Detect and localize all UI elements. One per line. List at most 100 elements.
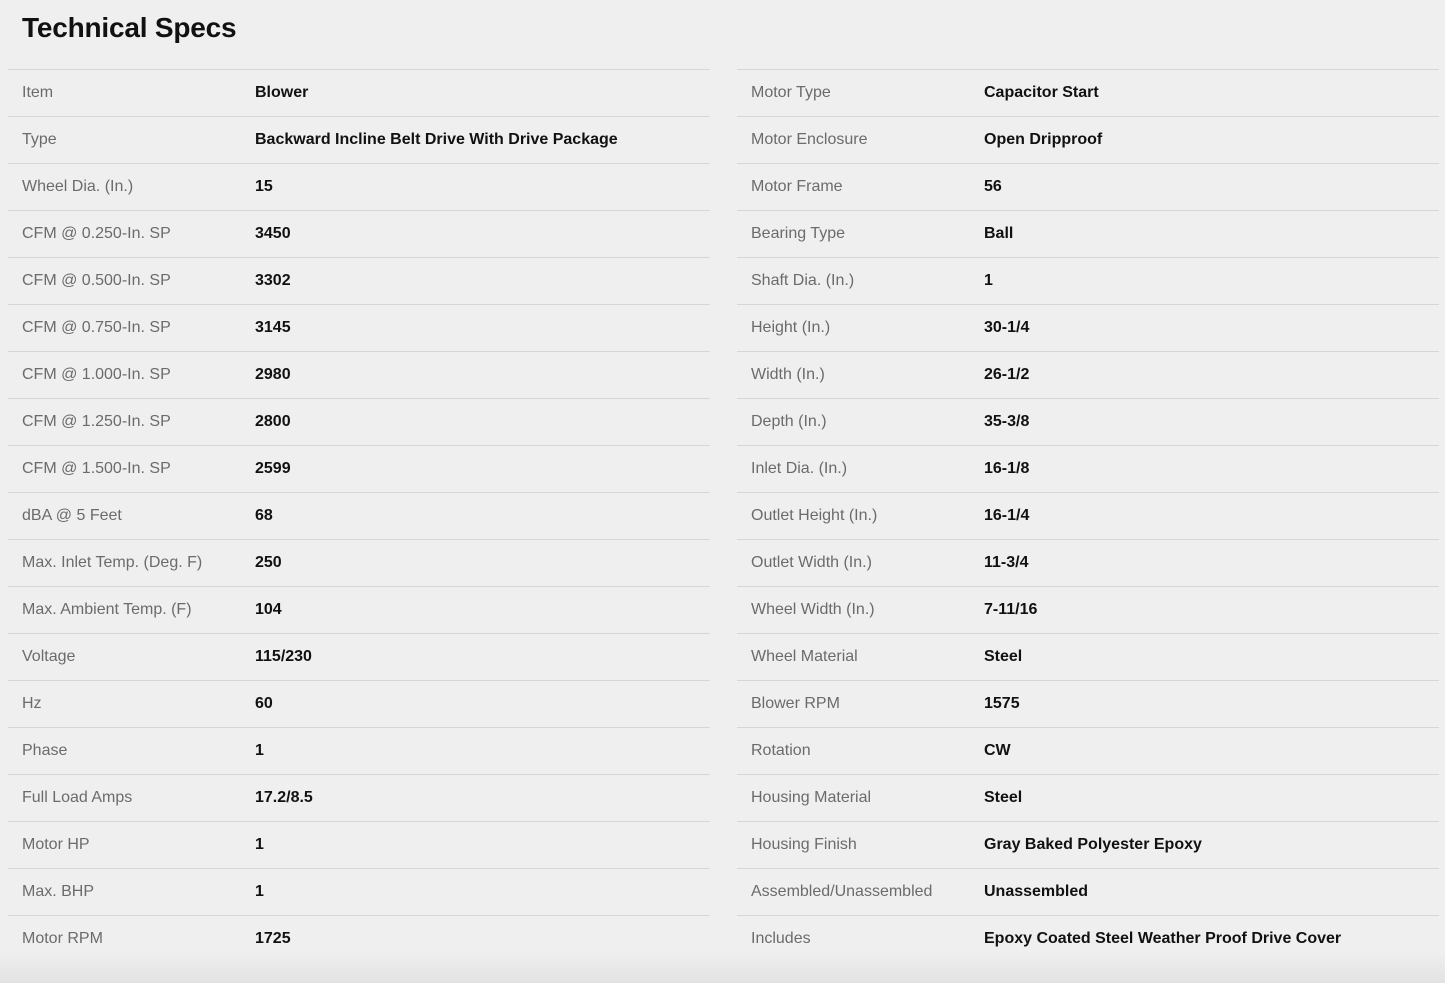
spec-value: Capacitor Start (984, 84, 1099, 101)
spec-label: CFM @ 1.500-In. SP (22, 460, 171, 477)
spec-label: Motor Frame (751, 178, 843, 195)
spec-label: Outlet Height (In.) (751, 507, 878, 524)
spec-label: Item (22, 84, 54, 101)
spec-label: Wheel Dia. (In.) (22, 178, 134, 195)
spec-row: Width (In.) 26-1/2 (737, 351, 1439, 399)
spec-row: Max. Ambient Temp. (F) 104 (8, 586, 710, 634)
spec-value: Blower (255, 84, 309, 101)
spec-value: 2800 (255, 413, 291, 430)
spec-row: Depth (In.) 35-3/8 (737, 398, 1439, 446)
spec-label: Bearing Type (751, 225, 845, 242)
spec-row: dBA @ 5 Feet 68 (8, 492, 710, 540)
spec-label: Housing Material (751, 789, 872, 806)
spec-value: 26-1/2 (984, 366, 1030, 383)
spec-label: Voltage (22, 648, 76, 665)
spec-row: Bearing Type Ball (737, 210, 1439, 258)
spec-row: Motor HP 1 (8, 821, 710, 869)
spec-row: CFM @ 1.500-In. SP 2599 (8, 445, 710, 493)
spec-label: Hz (22, 695, 42, 712)
spec-value: Gray Baked Polyester Epoxy (984, 836, 1202, 853)
spec-row: Inlet Dia. (In.) 16-1/8 (737, 445, 1439, 493)
spec-value: Ball (984, 225, 1014, 242)
spec-label: CFM @ 0.500-In. SP (22, 272, 171, 289)
spec-label: Max. BHP (22, 883, 95, 900)
spec-value: Epoxy Coated Steel Weather Proof Drive C… (984, 930, 1342, 948)
spec-value: 1725 (255, 930, 291, 948)
spec-value: Unassembled (984, 883, 1089, 900)
spec-value: 16-1/8 (984, 460, 1030, 477)
spec-row: Voltage 115/230 (8, 633, 710, 681)
spec-row: CFM @ 1.000-In. SP 2980 (8, 351, 710, 399)
spec-value: 7-11/16 (984, 601, 1038, 618)
spec-value: 11-3/4 (984, 554, 1029, 571)
spec-value: Steel (984, 789, 1023, 806)
specs-table-left: Item Blower Type Backward Incline Belt Driv… (8, 69, 710, 963)
spec-value: 1 (255, 836, 264, 853)
spec-row: CFM @ 0.500-In. SP 3302 (8, 257, 710, 305)
spec-label: Includes (751, 930, 811, 948)
spec-value: 1 (984, 272, 993, 289)
spec-value: 1 (255, 742, 264, 759)
spec-value: 30-1/4 (984, 319, 1030, 336)
spec-row: Housing Material Steel (737, 774, 1439, 822)
spec-value: 15 (255, 178, 273, 195)
spec-label: Assembled/Unassembled (751, 883, 933, 900)
spec-row: Wheel Material Steel (737, 633, 1439, 681)
spec-row: Includes Epoxy Coated Steel Weather Proof… (737, 915, 1439, 963)
spec-label: Phase (22, 742, 68, 759)
spec-row: CFM @ 1.250-In. SP 2800 (8, 398, 710, 446)
spec-label: CFM @ 0.250-In. SP (22, 225, 171, 242)
spec-label: CFM @ 1.250-In. SP (22, 413, 171, 430)
spec-label: Housing Finish (751, 836, 857, 853)
spec-value: Steel (984, 648, 1023, 665)
spec-label: CFM @ 0.750-In. SP (22, 319, 171, 336)
spec-value: 35-3/8 (984, 413, 1030, 430)
spec-row: Motor RPM 1725 (8, 915, 710, 963)
spec-row: Max. Inlet Temp. (Deg. F) 250 (8, 539, 710, 587)
spec-label: Width (In.) (751, 366, 825, 383)
spec-value: 3302 (255, 272, 291, 289)
spec-row: Motor Frame 56 (737, 163, 1439, 211)
spec-label: Motor RPM (22, 930, 103, 948)
spec-label: Wheel Width (In.) (751, 601, 875, 618)
spec-label: Outlet Width (In.) (751, 554, 872, 571)
spec-label: Shaft Dia. (In.) (751, 272, 855, 289)
spec-value: 17.2/8.5 (255, 789, 313, 806)
spec-value: Backward Incline Belt Drive With Drive P… (255, 131, 618, 148)
spec-value: CW (984, 742, 1011, 759)
spec-value: 3450 (255, 225, 291, 242)
spec-row: Type Backward Incline Belt Drive With Dri… (8, 116, 710, 164)
spec-label: Motor HP (22, 836, 90, 853)
spec-label: Blower RPM (751, 695, 840, 712)
spec-row: Max. BHP 1 (8, 868, 710, 916)
spec-label: Depth (In.) (751, 413, 827, 430)
spec-row: Outlet Width (In.) 11-3/4 (737, 539, 1439, 587)
spec-value: 2599 (255, 460, 291, 477)
spec-row: Wheel Width (In.) 7-11/16 (737, 586, 1439, 634)
spec-row: Item Blower (8, 69, 710, 117)
spec-row: CFM @ 0.750-In. SP 3145 (8, 304, 710, 352)
spec-row: Full Load Amps 17.2/8.5 (8, 774, 710, 822)
spec-label: Wheel Material (751, 648, 858, 665)
spec-value: 1575 (984, 695, 1020, 712)
spec-row: Outlet Height (In.) 16-1/4 (737, 492, 1439, 540)
spec-label: CFM @ 1.000-In. SP (22, 366, 171, 383)
spec-row: Rotation CW (737, 727, 1439, 775)
spec-value: 104 (255, 601, 282, 618)
spec-label: Height (In.) (751, 319, 831, 336)
spec-value: 250 (255, 554, 282, 571)
spec-value: 3145 (255, 319, 291, 336)
spec-label: Motor Type (751, 84, 831, 101)
spec-value: 16-1/4 (984, 507, 1030, 524)
spec-row: Housing Finish Gray Baked Polyester Epoxy (737, 821, 1439, 869)
spec-row: CFM @ 0.250-In. SP 3450 (8, 210, 710, 258)
spec-row: Assembled/Unassembled Unassembled (737, 868, 1439, 916)
spec-row: Motor Type Capacitor Start (737, 69, 1439, 117)
specs-table-right: Motor Type Capacitor Start Motor Enclosure… (737, 69, 1439, 963)
spec-label: Motor Enclosure (751, 131, 868, 148)
spec-label: Max. Inlet Temp. (Deg. F) (22, 554, 203, 571)
spec-label: Full Load Amps (22, 789, 133, 806)
spec-value: 2980 (255, 366, 291, 383)
spec-label: Inlet Dia. (In.) (751, 460, 848, 477)
spec-label: Rotation (751, 742, 811, 759)
